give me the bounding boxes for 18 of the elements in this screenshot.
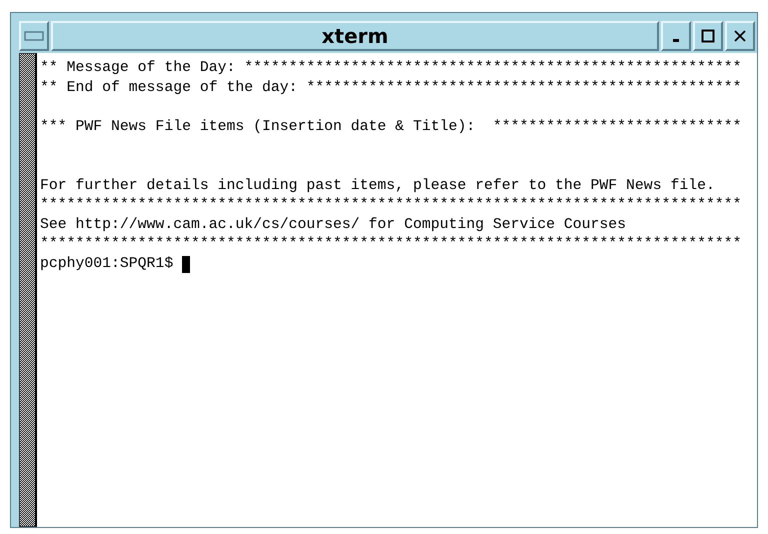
close-icon [733,29,747,43]
minimize-button[interactable] [661,21,691,51]
window-title: xterm [322,26,388,46]
maximize-icon [701,29,715,43]
terminal-line: ** End of message of the day: ************************************************* [40,78,742,98]
bar-icon [24,31,44,41]
minimize-icon [673,38,679,42]
terminal-line: ******************************************************************************* [40,235,742,254]
window-menu-button[interactable] [19,21,49,51]
maximize-button[interactable] [693,21,723,51]
terminal-line: ** Message of the Day: ******************************************************** [40,59,742,78]
scrollbar[interactable] [19,53,37,527]
shell-prompt: pcphy001:SPQR1$ [40,254,174,274]
close-button[interactable] [725,21,755,51]
terminal-line: For further details including past items, please refer to the PWF News file. [40,176,715,196]
terminal-line: *** PWF News File items (Insertion date & Title): **************************** [40,118,742,137]
terminal-line: See http://www.cam.ac.uk/cs/courses/ for Computing Service Courses [40,216,626,235]
terminal-line: ******************************************************************************* [40,196,742,216]
